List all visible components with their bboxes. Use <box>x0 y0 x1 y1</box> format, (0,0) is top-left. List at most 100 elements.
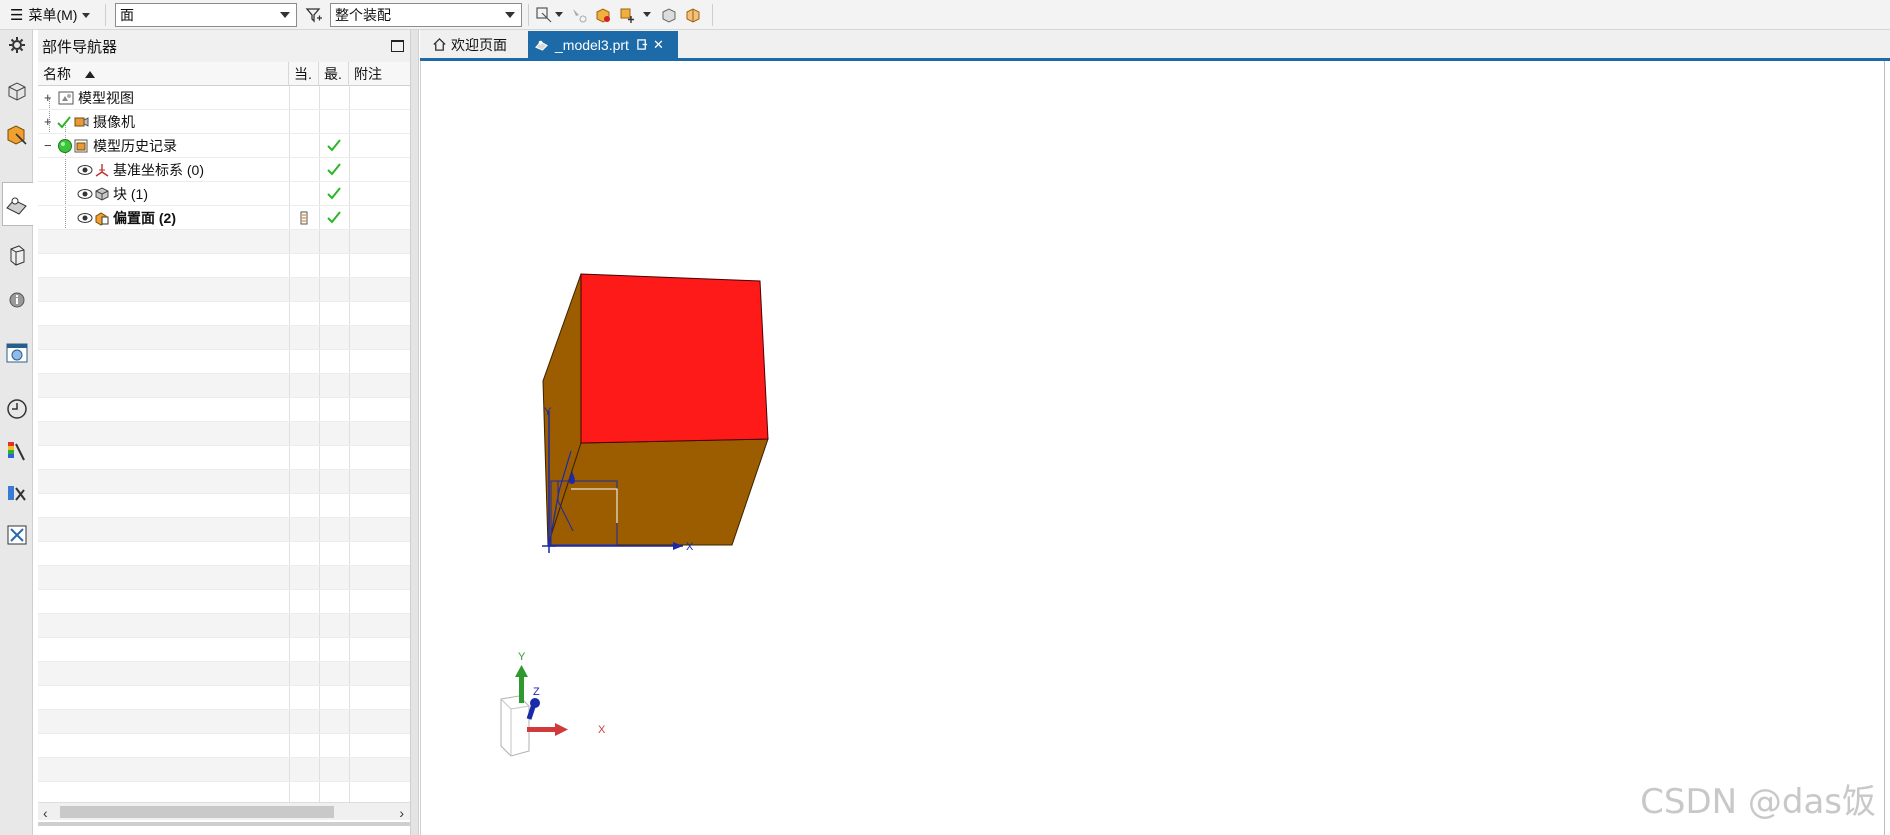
eye-icon[interactable] <box>77 162 93 178</box>
expand-plus-icon[interactable]: + <box>44 115 54 128</box>
tree-row-label: 偏置面 (2) <box>113 210 176 226</box>
tree-row-model-views[interactable]: + 模型视图 <box>38 86 410 110</box>
empty-row <box>38 638 410 662</box>
block-top-face <box>580 273 769 444</box>
gear-icon[interactable] <box>4 32 30 58</box>
empty-row <box>38 254 410 278</box>
tab-model3[interactable]: _model3.prt ✕ <box>528 31 678 58</box>
scope-select[interactable]: 整个装配 <box>330 3 522 27</box>
empty-row <box>38 590 410 614</box>
empty-row <box>38 374 410 398</box>
part-file-icon <box>535 40 548 51</box>
menu-button[interactable]: ☰ 菜单(M) <box>10 0 91 30</box>
column-header-current[interactable]: 当. <box>289 62 319 86</box>
latest-check-icon <box>327 211 341 224</box>
toolbar-divider <box>105 4 106 26</box>
visibility-check-icon[interactable] <box>56 114 72 130</box>
selection-filter-icon[interactable] <box>305 6 323 24</box>
tree-row-datum-csys[interactable]: 基准坐标系 (0) <box>38 158 410 182</box>
datum-csys-icon <box>95 164 109 177</box>
scroll-right-icon[interactable]: › <box>399 805 404 821</box>
panel-header: 部件导航器 <box>38 30 410 62</box>
empty-row <box>38 350 410 374</box>
model-canvas[interactable]: Y X Y Z X <box>421 61 1886 835</box>
scope-value: 整个装配 <box>335 7 391 23</box>
clock-icon[interactable] <box>4 396 30 422</box>
scroll-thumb[interactable] <box>60 806 334 818</box>
type-filter-value: 面 <box>120 7 134 23</box>
column-header-name[interactable]: 名称 <box>38 62 289 86</box>
status-green-icon <box>58 139 72 153</box>
chevron-down-icon[interactable] <box>643 12 651 17</box>
column-header-latest[interactable]: 最. <box>319 62 349 86</box>
tree-row-model-history[interactable]: − 模型历史记录 <box>38 134 410 158</box>
watermark: CSDN @das饭 <box>1640 782 1876 822</box>
empty-row <box>38 470 410 494</box>
float-tab-icon[interactable] <box>637 39 648 50</box>
reuse-library-icon[interactable] <box>4 242 30 268</box>
maximize-icon[interactable] <box>391 40 404 52</box>
assembly-navigator-icon[interactable] <box>4 78 30 104</box>
empty-row <box>38 326 410 350</box>
tree-row-offset-face[interactable]: 偏置面 (2) <box>38 206 410 230</box>
select-feature-icon[interactable] <box>570 6 588 24</box>
empty-row <box>38 710 410 734</box>
menu-label: 菜单(M) <box>28 7 78 23</box>
scroll-left-icon[interactable]: ‹ <box>43 805 48 821</box>
graphics-window[interactable]: Y X Y Z X CSDN @das饭 <box>420 61 1885 835</box>
triad-label-x: X <box>598 724 606 736</box>
toolbar-divider <box>712 4 713 26</box>
column-current-label: 当. <box>294 66 312 82</box>
empty-row <box>38 686 410 710</box>
empty-row <box>38 662 410 686</box>
latest-check-icon <box>327 139 341 152</box>
block-feature-icon <box>95 187 109 201</box>
tree-row-block[interactable]: 块 (1) <box>38 182 410 206</box>
block-front-face <box>547 438 769 546</box>
tree-row-cameras[interactable]: + 摄像机 <box>38 110 410 134</box>
select-body-icon[interactable] <box>594 6 612 24</box>
empty-row <box>38 446 410 470</box>
view-triad[interactable] <box>500 665 568 757</box>
visualization-palette-icon[interactable] <box>4 438 30 464</box>
show-hide-icon[interactable] <box>660 6 678 24</box>
part-navigator-icon[interactable] <box>4 192 30 218</box>
current-feature-marker-icon <box>300 211 308 225</box>
assembly-icon[interactable] <box>684 6 702 24</box>
hamburger-icon: ☰ <box>10 7 24 24</box>
chevron-down-icon[interactable] <box>555 12 563 17</box>
constraint-navigator-icon[interactable] <box>4 122 30 148</box>
web-browser-icon[interactable] <box>4 340 30 366</box>
horizontal-scrollbar[interactable]: ‹ › <box>38 802 410 821</box>
toolbar-divider <box>528 4 529 26</box>
triad-label-z: Z <box>533 686 540 698</box>
empty-row <box>38 422 410 446</box>
tree-row-label: 模型历史记录 <box>93 138 177 154</box>
tab-welcome-page[interactable]: 欢迎页面 <box>426 31 526 58</box>
empty-row <box>38 302 410 326</box>
type-filter-select[interactable]: 面 <box>115 3 297 27</box>
close-icon[interactable]: ✕ <box>653 37 664 53</box>
eye-icon[interactable] <box>77 210 93 226</box>
empty-row <box>38 734 410 758</box>
empty-row <box>38 758 410 782</box>
sort-ascending-icon <box>85 70 95 78</box>
empty-row <box>38 230 410 254</box>
select-component-icon[interactable] <box>618 6 636 24</box>
collapse-minus-icon[interactable]: − <box>44 139 54 152</box>
snap-point-icon[interactable] <box>535 6 553 24</box>
empty-row <box>38 278 410 302</box>
tree-row-label: 摄像机 <box>93 114 135 130</box>
empty-row <box>38 566 410 590</box>
chevron-down-icon <box>82 12 91 18</box>
eye-icon[interactable] <box>77 186 93 202</box>
expand-plus-icon[interactable]: + <box>44 91 54 104</box>
system-settings-icon[interactable] <box>4 522 30 548</box>
home-icon <box>433 37 446 51</box>
resource-bar <box>0 30 33 835</box>
role-tools-icon[interactable] <box>4 480 30 506</box>
panel-splitter[interactable] <box>410 30 419 835</box>
history-info-icon[interactable] <box>4 286 30 312</box>
column-header-notes[interactable]: 附注 <box>349 62 410 86</box>
latest-check-icon <box>327 163 341 176</box>
